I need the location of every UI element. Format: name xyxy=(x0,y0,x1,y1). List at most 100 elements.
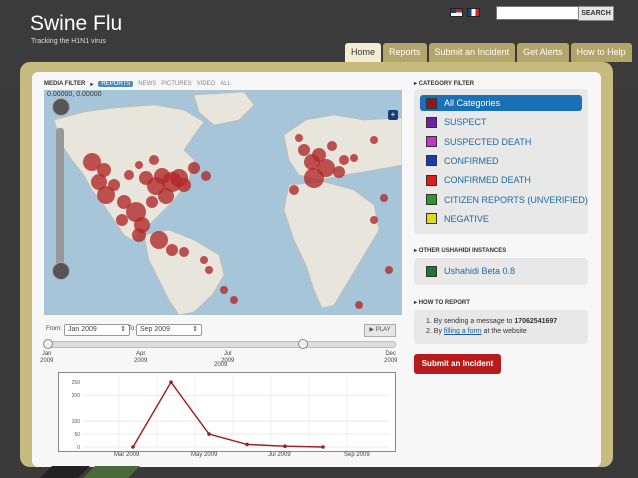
report-marker[interactable] xyxy=(116,214,128,226)
report-sms-prefix: 1. By sending a message to xyxy=(426,318,515,325)
slider-start-handle[interactable] xyxy=(43,339,53,349)
report-marker[interactable] xyxy=(200,256,208,264)
timeline-tick-month: Jul xyxy=(223,351,232,357)
report-form-suffix: at the website xyxy=(481,328,527,335)
report-marker[interactable] xyxy=(295,134,303,142)
chart-series-line xyxy=(132,380,324,448)
nav-tab-reports[interactable]: Reports xyxy=(383,43,427,62)
category-item-confirmed[interactable]: CONFIRMED xyxy=(420,153,588,169)
instance-color-swatch xyxy=(426,265,437,277)
chart-point[interactable] xyxy=(131,445,135,449)
chart-ytick-label: 250 xyxy=(72,380,81,386)
report-form-link[interactable]: filling a form xyxy=(444,328,482,335)
search-button[interactable]: SEARCH xyxy=(578,6,614,21)
category-color-swatch xyxy=(426,116,437,128)
search-input[interactable] xyxy=(496,6,580,20)
report-marker[interactable] xyxy=(188,162,200,174)
world-map[interactable] xyxy=(44,90,402,315)
from-label: From: xyxy=(46,326,62,332)
category-filter-header: ▸ CATEGORY FILTER xyxy=(414,80,474,87)
from-select-value: Jan 2009 xyxy=(68,326,97,333)
chart-point[interactable] xyxy=(321,445,325,449)
report-marker[interactable] xyxy=(370,136,378,144)
instance-item-label: Ushahidi Beta 0.8 xyxy=(444,266,516,276)
report-marker[interactable] xyxy=(158,188,174,204)
zoom-out-icon[interactable] xyxy=(52,262,70,280)
chart-point[interactable] xyxy=(283,444,287,449)
report-marker[interactable] xyxy=(179,247,189,257)
report-marker[interactable] xyxy=(201,171,211,181)
chart-xtick-label: Jul 2009 xyxy=(268,452,291,458)
report-marker[interactable] xyxy=(230,296,238,304)
report-marker[interactable] xyxy=(355,301,363,309)
media-filter-all[interactable]: ALL xyxy=(220,81,231,87)
report-marker[interactable] xyxy=(205,266,213,274)
media-filter-pictures[interactable]: PICTURES xyxy=(161,81,191,87)
site-title[interactable]: Swine Flu xyxy=(30,12,122,36)
timeline-slider[interactable] xyxy=(43,339,396,349)
media-filter-reports[interactable]: REPORTS xyxy=(98,81,134,87)
footer-decoration xyxy=(40,466,140,478)
reports-chart: 0 50 100 200 250 xyxy=(58,372,396,452)
report-marker[interactable] xyxy=(380,194,388,202)
report-marker[interactable] xyxy=(97,186,115,204)
report-marker[interactable] xyxy=(327,141,337,151)
play-button[interactable]: ▶ PLAY xyxy=(364,324,396,337)
category-color-swatch xyxy=(426,97,437,109)
report-marker[interactable] xyxy=(124,170,134,180)
instance-item[interactable]: Ushahidi Beta 0.8 xyxy=(420,263,588,279)
layer-switcher-icon[interactable]: + xyxy=(388,110,398,120)
category-item-all-categories[interactable]: All Categories xyxy=(420,95,582,111)
zoom-control[interactable] xyxy=(52,98,70,280)
category-item-suspected-death[interactable]: SUSPECTED DEATH xyxy=(420,134,588,150)
timeline-tick: Dec 2009 xyxy=(384,351,397,365)
category-label: CONFIRMED xyxy=(444,155,499,166)
category-label: SUSPECT xyxy=(444,117,487,128)
category-item-negative[interactable]: NEGATIVE xyxy=(420,211,588,227)
submit-incident-button[interactable]: Submit an Incident xyxy=(414,354,501,374)
to-select[interactable]: Sep 2009 ⇕ xyxy=(136,324,202,336)
category-item-confirmed-death[interactable]: CONFIRMED DEATH xyxy=(420,172,588,188)
from-select[interactable]: Jan 2009 ⇕ xyxy=(64,324,130,336)
zoom-track[interactable] xyxy=(56,128,64,268)
pan-control-icon[interactable] xyxy=(52,98,70,116)
report-marker[interactable] xyxy=(149,155,159,165)
report-marker[interactable] xyxy=(333,166,345,178)
flag-fr-icon[interactable] xyxy=(467,8,480,17)
report-marker[interactable] xyxy=(220,286,228,294)
report-marker[interactable] xyxy=(370,216,378,224)
nav-tab-home[interactable]: Home xyxy=(345,43,382,62)
nav-tab-get-alerts[interactable]: Get Alerts xyxy=(517,43,569,62)
chart-ytick-label: 200 xyxy=(72,393,81,399)
site-tagline: Tracking the H1N1 virus xyxy=(31,38,106,45)
category-color-swatch xyxy=(426,213,437,225)
category-item-citizen-reports-unverified[interactable]: CITIZEN REPORTS (UNVERIFIED) xyxy=(420,192,588,208)
chart-ytick-label: 100 xyxy=(72,419,81,425)
chart-point[interactable] xyxy=(169,380,173,384)
report-marker[interactable] xyxy=(298,144,310,156)
chart-point[interactable] xyxy=(245,442,249,447)
report-marker[interactable] xyxy=(166,244,178,256)
report-marker[interactable] xyxy=(385,266,393,274)
report-marker[interactable] xyxy=(146,196,158,208)
chart-point[interactable] xyxy=(207,432,211,436)
report-marker[interactable] xyxy=(289,185,299,195)
report-marker[interactable] xyxy=(150,231,168,249)
report-marker[interactable] xyxy=(132,228,146,242)
report-marker[interactable] xyxy=(177,178,191,192)
media-filter-news[interactable]: NEWS xyxy=(138,81,156,87)
category-item-suspect[interactable]: SUSPECT xyxy=(420,114,588,130)
other-instances-panel: Ushahidi Beta 0.8 xyxy=(414,258,588,285)
category-panel: All Categories SUSPECT SUSPECTED DEATH CONF… xyxy=(414,89,588,234)
nav-tab-submit-an-incident[interactable]: Submit an Incident xyxy=(428,43,516,62)
report-marker[interactable] xyxy=(135,161,143,169)
report-sms-number: 17062541697 xyxy=(514,318,558,325)
nav-tab-how-to-help[interactable]: How to Help xyxy=(570,43,632,62)
report-marker[interactable] xyxy=(350,154,358,162)
flag-us-icon[interactable] xyxy=(450,8,463,17)
report-marker[interactable] xyxy=(304,168,324,188)
map[interactable] xyxy=(44,90,402,315)
slider-end-handle[interactable] xyxy=(298,339,308,349)
media-filter-video[interactable]: VIDEO xyxy=(197,81,216,87)
report-marker[interactable] xyxy=(339,155,349,165)
